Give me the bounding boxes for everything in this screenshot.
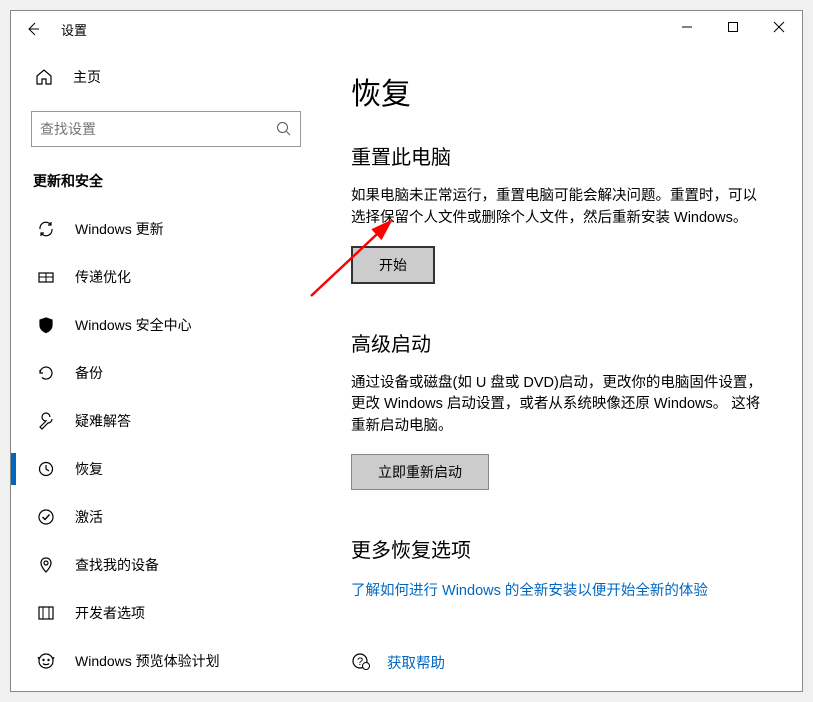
troubleshoot-icon	[35, 412, 57, 430]
footer-links: ? 获取帮助 提供反馈	[351, 652, 762, 691]
sidebar: 主页 更新和安全 Windows 更新 传递优化 Windows 安全中心	[11, 47, 321, 691]
search-input[interactable]	[40, 121, 276, 137]
get-help-label: 获取帮助	[387, 652, 445, 673]
shield-icon	[35, 316, 57, 334]
developer-icon	[35, 604, 57, 622]
home-label: 主页	[73, 67, 101, 87]
maximize-icon	[727, 21, 739, 33]
advanced-description: 通过设备或磁盘(如 U 盘或 DVD)启动，更改你的电脑固件设置，更改 Wind…	[351, 373, 762, 438]
help-icon: ?	[351, 652, 375, 672]
sidebar-item-label: 恢复	[75, 459, 103, 479]
sidebar-item-recovery[interactable]: 恢复	[11, 445, 321, 493]
sidebar-item-label: Windows 预览体验计划	[75, 651, 220, 671]
titlebar: 设置	[11, 11, 802, 47]
reset-section: 重置此电脑 如果电脑未正常运行，重置电脑可能会解决问题。重置时，可以选择保留个人…	[351, 141, 762, 284]
feedback-label: 提供反馈	[387, 689, 445, 691]
recovery-icon	[35, 460, 57, 478]
minimize-button[interactable]	[664, 11, 710, 43]
window-controls	[664, 11, 802, 43]
reset-title: 重置此电脑	[351, 141, 762, 170]
sidebar-item-label: 备份	[75, 363, 103, 383]
sidebar-section-header: 更新和安全	[11, 165, 321, 205]
page-title: 恢复	[351, 69, 762, 113]
delivery-icon	[35, 268, 57, 286]
sidebar-item-delivery[interactable]: 传递优化	[11, 253, 321, 301]
home-icon	[35, 68, 57, 86]
search-box[interactable]	[31, 111, 301, 147]
more-options-title: 更多恢复选项	[351, 534, 762, 563]
sidebar-item-label: 激活	[75, 507, 103, 527]
back-icon	[25, 21, 41, 37]
window-title: 设置	[61, 20, 87, 39]
get-help-link[interactable]: ? 获取帮助	[351, 652, 762, 673]
reset-start-button[interactable]: 开始	[351, 246, 435, 284]
activation-icon	[35, 508, 57, 526]
maximize-button[interactable]	[710, 11, 756, 43]
sidebar-item-label: 疑难解答	[75, 411, 131, 431]
sidebar-item-security[interactable]: Windows 安全中心	[11, 301, 321, 349]
sidebar-item-label: Windows 安全中心	[75, 315, 192, 335]
sidebar-item-backup[interactable]: 备份	[11, 349, 321, 397]
insider-icon	[35, 652, 57, 670]
fresh-install-link[interactable]: 了解如何进行 Windows 的全新安装以便开始全新的体验	[351, 583, 708, 599]
sidebar-item-label: 传递优化	[75, 267, 131, 287]
reset-description: 如果电脑未正常运行，重置电脑可能会解决问题。重置时，可以选择保留个人文件或删除个…	[351, 186, 762, 230]
nav-list: Windows 更新 传递优化 Windows 安全中心 备份 疑难解答	[11, 205, 321, 691]
sync-icon	[35, 220, 57, 238]
home-button[interactable]: 主页	[11, 57, 321, 97]
sidebar-item-windows-update[interactable]: Windows 更新	[11, 205, 321, 253]
feedback-link[interactable]: 提供反馈	[351, 689, 762, 691]
close-button[interactable]	[756, 11, 802, 43]
sidebar-item-find-device[interactable]: 查找我的设备	[11, 541, 321, 589]
content: 恢复 重置此电脑 如果电脑未正常运行，重置电脑可能会解决问题。重置时，可以选择保…	[321, 47, 802, 691]
settings-window: 设置 主页 更新和安全	[10, 10, 803, 692]
restart-now-button[interactable]: 立即重新启动	[351, 454, 489, 490]
back-button[interactable]	[11, 11, 55, 47]
search-icon	[276, 121, 292, 137]
sidebar-item-label: 开发者选项	[75, 603, 145, 623]
sidebar-item-label: Windows 更新	[75, 219, 164, 239]
feedback-icon	[351, 689, 375, 691]
sidebar-item-troubleshoot[interactable]: 疑难解答	[11, 397, 321, 445]
sidebar-item-developer[interactable]: 开发者选项	[11, 589, 321, 637]
sidebar-item-insider[interactable]: Windows 预览体验计划	[11, 637, 321, 685]
sidebar-item-label: 查找我的设备	[75, 555, 159, 575]
advanced-title: 高级启动	[351, 328, 762, 357]
minimize-icon	[681, 21, 693, 33]
close-icon	[773, 21, 785, 33]
find-icon	[35, 556, 57, 574]
sidebar-item-activation[interactable]: 激活	[11, 493, 321, 541]
backup-icon	[35, 364, 57, 382]
more-options-section: 更多恢复选项 了解如何进行 Windows 的全新安装以便开始全新的体验	[351, 534, 762, 600]
advanced-startup-section: 高级启动 通过设备或磁盘(如 U 盘或 DVD)启动，更改你的电脑固件设置，更改…	[351, 328, 762, 490]
body: 主页 更新和安全 Windows 更新 传递优化 Windows 安全中心	[11, 47, 802, 691]
